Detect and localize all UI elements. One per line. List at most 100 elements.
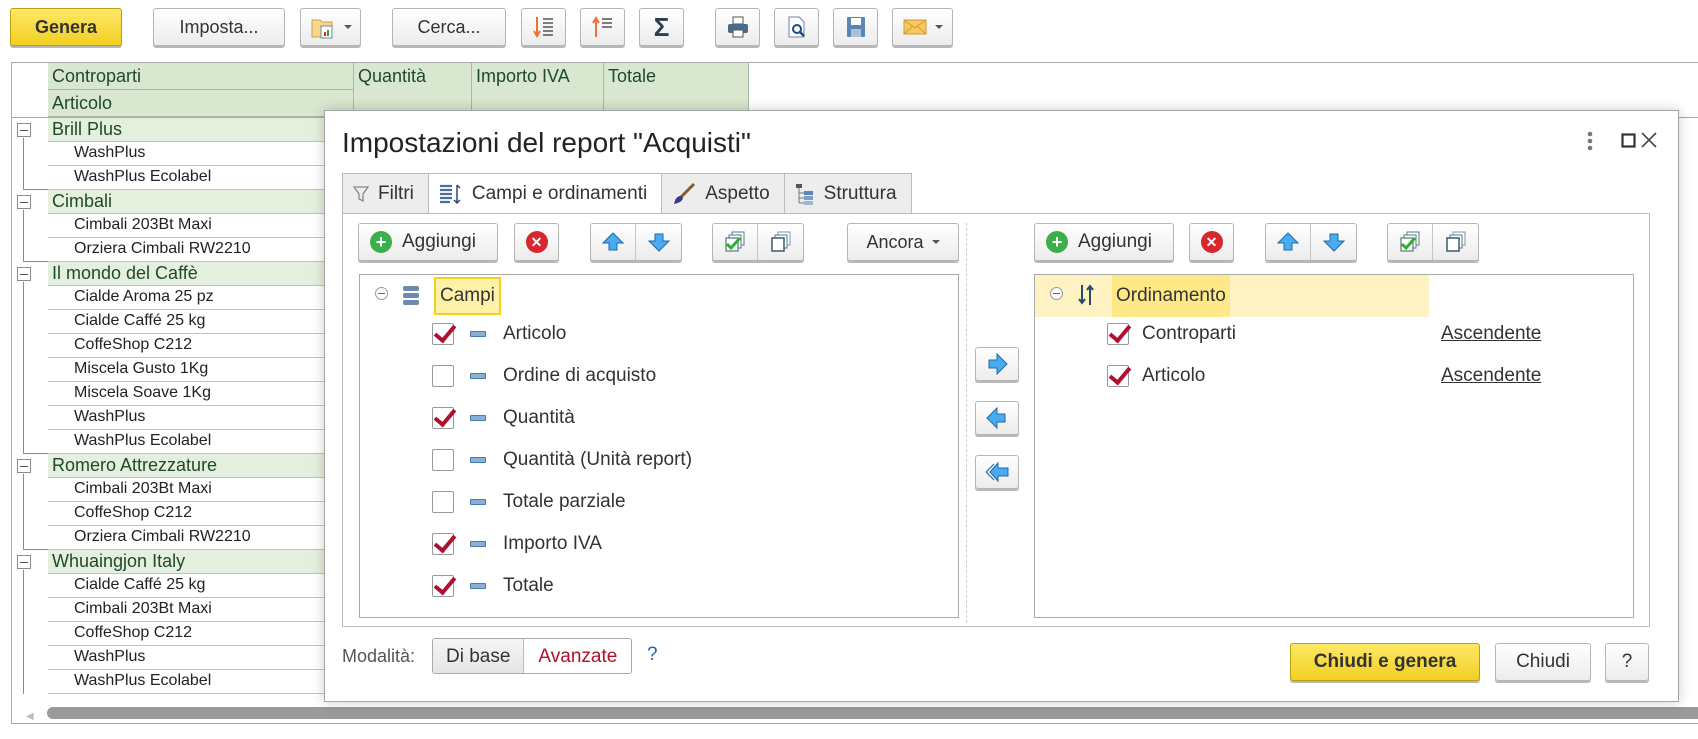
group-row[interactable]: Whuaingjon Italy: [48, 550, 348, 574]
mode-basic-option[interactable]: Di base: [433, 639, 525, 673]
group-collapse-toggle[interactable]: [17, 555, 31, 569]
fields-add-button[interactable]: + Aggiungi: [358, 223, 498, 261]
field-checkbox[interactable]: [432, 533, 454, 555]
fields-check-all-button[interactable]: [713, 224, 758, 260]
field-checkbox[interactable]: [432, 407, 454, 429]
group-collapse-toggle[interactable]: [17, 267, 31, 281]
close-dialog-button[interactable]: [1640, 131, 1680, 154]
sorting-uncheck-all-button[interactable]: [1433, 224, 1478, 260]
tab-structure[interactable]: Struttura: [783, 173, 912, 213]
group-collapse-toggle[interactable]: [17, 195, 31, 209]
settings-button[interactable]: Imposta...: [153, 8, 285, 46]
tab-filters[interactable]: Filtri: [342, 173, 429, 213]
help-button[interactable]: ?: [1605, 643, 1649, 681]
item-row[interactable]: Miscela Soave 1Kg: [48, 382, 348, 406]
item-row[interactable]: WashPlus Ecolabel: [48, 670, 348, 694]
sort-field-label[interactable]: Articolo: [1142, 365, 1205, 387]
tab-fields-sorting[interactable]: Campi e ordinamenti: [427, 173, 663, 214]
sort-checkbox[interactable]: [1107, 323, 1129, 345]
field-label[interactable]: Ordine di acquisto: [503, 365, 656, 387]
item-row[interactable]: WashPlus: [48, 646, 348, 670]
header-vat-amount[interactable]: Importo IVA: [472, 63, 604, 117]
item-row[interactable]: Orziera Cimbali RW2210: [48, 238, 348, 262]
item-row[interactable]: Miscela Gusto 1Kg: [48, 358, 348, 382]
item-row[interactable]: Cialde Caffé 25 kg: [48, 310, 348, 334]
header-total[interactable]: Totale: [604, 63, 749, 117]
fields-move-up-button[interactable]: [591, 224, 636, 260]
horizontal-scrollbar[interactable]: [47, 707, 1698, 719]
print-preview-button[interactable]: [774, 8, 819, 46]
move-to-fields-button[interactable]: [975, 401, 1019, 435]
field-label[interactable]: Totale parziale: [503, 491, 626, 513]
generate-button[interactable]: Genera: [10, 8, 122, 46]
fields-move-down-button[interactable]: [636, 224, 681, 260]
group-row[interactable]: Il mondo del Caffè: [48, 262, 348, 286]
sorting-check-all-button[interactable]: [1388, 224, 1433, 260]
sorting-root[interactable]: Ordinamento: [1112, 275, 1230, 317]
field-label[interactable]: Importo IVA: [503, 533, 602, 555]
item-row[interactable]: Cimbali 203Bt Maxi: [48, 214, 348, 238]
item-row[interactable]: Orziera Cimbali RW2210: [48, 526, 348, 550]
find-button[interactable]: Cerca...: [392, 8, 506, 46]
report-variant-button[interactable]: [300, 8, 361, 46]
mode-help-link[interactable]: ?: [647, 644, 658, 666]
fields-delete-button[interactable]: ✕: [514, 223, 559, 261]
mode-advanced-option[interactable]: Avanzate: [524, 639, 632, 673]
scroll-left-icon[interactable]: ◀: [26, 711, 34, 722]
sorting-delete-button[interactable]: ✕: [1189, 223, 1234, 261]
item-row[interactable]: Cialde Caffé 25 kg: [48, 574, 348, 598]
item-row[interactable]: CoffeShop C212: [48, 622, 348, 646]
sort-checkbox[interactable]: [1107, 365, 1129, 387]
sort-ascending-button[interactable]: [580, 8, 625, 46]
field-label[interactable]: Articolo: [503, 323, 566, 345]
group-collapse-toggle[interactable]: [17, 459, 31, 473]
header-item[interactable]: Articolo: [48, 90, 354, 117]
item-row[interactable]: Cialde Aroma 25 pz: [48, 286, 348, 310]
item-row[interactable]: WashPlus: [48, 142, 348, 166]
sorting-move-down-button[interactable]: [1311, 224, 1356, 260]
group-collapse-toggle[interactable]: [17, 123, 31, 137]
item-row[interactable]: CoffeShop C212: [48, 502, 348, 526]
close-and-generate-button[interactable]: Chiudi e genera: [1290, 643, 1480, 681]
collapse-sorting-icon[interactable]: [1050, 287, 1063, 300]
sort-direction-link[interactable]: Ascendente: [1441, 323, 1541, 345]
item-row[interactable]: Cimbali 203Bt Maxi: [48, 598, 348, 622]
move-all-to-fields-button[interactable]: [975, 455, 1019, 489]
print-button[interactable]: [715, 8, 760, 46]
email-button[interactable]: [892, 8, 953, 46]
sorting-add-button[interactable]: + Aggiungi: [1034, 223, 1174, 261]
field-checkbox[interactable]: [432, 323, 454, 345]
tab-appearance[interactable]: Aspetto: [661, 173, 785, 213]
field-label[interactable]: Quantità (Unità report): [503, 449, 692, 471]
field-label[interactable]: Totale: [503, 575, 554, 597]
field-checkbox[interactable]: [432, 365, 454, 387]
item-row[interactable]: CoffeShop C212: [48, 334, 348, 358]
move-to-sorting-button[interactable]: [975, 347, 1019, 381]
panel-splitter[interactable]: [966, 223, 967, 623]
field-checkbox[interactable]: [432, 491, 454, 513]
group-row[interactable]: Brill Plus: [48, 118, 348, 142]
item-row[interactable]: WashPlus Ecolabel: [48, 430, 348, 454]
sorting-move-up-button[interactable]: [1266, 224, 1311, 260]
fields-root[interactable]: Campi: [434, 277, 501, 315]
fields-more-button[interactable]: Ancora: [847, 223, 959, 261]
group-row[interactable]: Romero Attrezzature: [48, 454, 348, 478]
sort-descending-button[interactable]: [521, 8, 566, 46]
item-row[interactable]: Cimbali 203Bt Maxi: [48, 478, 348, 502]
sort-direction-link[interactable]: Ascendente: [1441, 365, 1541, 387]
sum-button[interactable]: Σ: [639, 8, 684, 46]
field-checkbox[interactable]: [432, 449, 454, 471]
field-label[interactable]: Quantità: [503, 407, 575, 429]
field-checkbox[interactable]: [432, 575, 454, 597]
fields-uncheck-all-button[interactable]: [758, 224, 803, 260]
group-row[interactable]: Cimbali: [48, 190, 348, 214]
sort-field-label[interactable]: Controparti: [1142, 323, 1236, 345]
more-actions-button[interactable]: [1586, 131, 1594, 156]
collapse-fields-icon[interactable]: [375, 287, 388, 300]
item-row[interactable]: WashPlus Ecolabel: [48, 166, 348, 190]
item-row[interactable]: WashPlus: [48, 406, 348, 430]
maximize-button[interactable]: [1621, 133, 1636, 153]
close-button[interactable]: Chiudi: [1495, 643, 1591, 681]
header-counterparties[interactable]: Controparti: [48, 63, 354, 90]
header-quantity[interactable]: Quantità: [354, 63, 472, 117]
